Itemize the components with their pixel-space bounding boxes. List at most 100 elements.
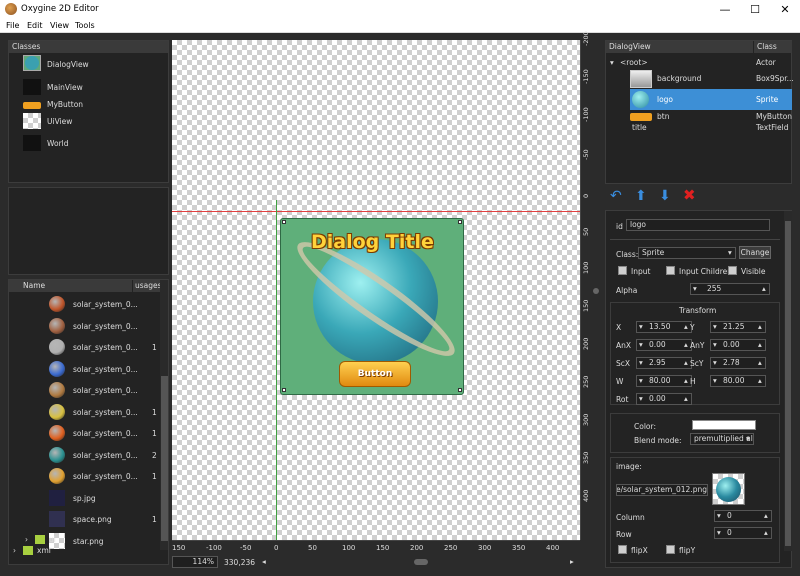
rot-spinbox[interactable]: ▾ 0.00 ▴	[636, 393, 692, 405]
spin-down-icon[interactable]: ▾	[713, 322, 717, 332]
handle-top-left[interactable]	[282, 220, 286, 224]
spin-up-icon[interactable]: ▴	[764, 511, 768, 521]
resource-row[interactable]: solar_system_0...	[9, 294, 159, 314]
spin-up-icon[interactable]: ▴	[684, 340, 688, 350]
spin-down-icon[interactable]: ▾	[639, 322, 643, 332]
spin-up-icon[interactable]: ▴	[684, 358, 688, 368]
w-spinbox[interactable]: ▾ 80.00 ▴	[636, 375, 692, 387]
tree-row[interactable]: ▾ <root> Actor	[606, 57, 792, 68]
col-name-header[interactable]: Name	[9, 280, 132, 292]
props-scrollbar[interactable]	[784, 211, 792, 551]
change-button[interactable]: Change	[739, 246, 771, 259]
x-spinbox[interactable]: ▾ 13.50 ▴	[636, 321, 692, 333]
tree-row[interactable]: title TextField	[606, 122, 792, 133]
menu-edit[interactable]: Edit	[27, 21, 43, 30]
v-scroll-thumb[interactable]	[593, 288, 599, 294]
tree-col-class-header[interactable]: Class	[754, 41, 792, 53]
spin-down-icon[interactable]: ▾	[717, 528, 721, 538]
alpha-spinbox[interactable]: ▾ 255 ▴	[690, 283, 770, 295]
maximize-button[interactable]: ☐	[740, 0, 770, 19]
row-spinbox[interactable]: ▾ 0 ▴	[714, 527, 772, 539]
spin-up-icon[interactable]: ▴	[684, 376, 688, 386]
resource-row[interactable]: solar_system_0...	[9, 359, 159, 379]
undo-icon[interactable]: ↶	[610, 188, 622, 204]
spin-up-icon[interactable]: ▴	[758, 358, 762, 368]
spin-up-icon[interactable]: ▴	[758, 376, 762, 386]
resource-row[interactable]: solar_system_0...	[9, 316, 159, 336]
spin-down-icon[interactable]: ▾	[713, 376, 717, 386]
input-children-checkbox[interactable]	[666, 266, 675, 275]
dialog-button-preview[interactable]: Button	[339, 361, 411, 387]
close-window-button[interactable]: ✕	[770, 0, 800, 19]
tree-row[interactable]: background Box9Spr...	[606, 69, 794, 89]
scene-canvas[interactable]: Dialog Title Button	[172, 40, 580, 540]
h-spinbox[interactable]: ▾ 80.00 ▴	[710, 375, 766, 387]
scroll-right-icon[interactable]: ▸	[570, 557, 574, 566]
collapse-arrow-icon[interactable]: ▾	[610, 58, 614, 67]
handle-bottom-right[interactable]	[458, 388, 462, 392]
tree-col-name-header[interactable]: DialogView	[606, 41, 753, 53]
any-value: 0.00	[723, 340, 740, 349]
spin-down-icon[interactable]: ▾	[713, 358, 717, 368]
scrollbar-thumb[interactable]	[785, 221, 791, 546]
resources-scrollbar[interactable]	[160, 280, 168, 550]
spin-up-icon[interactable]: ▴	[764, 528, 768, 538]
spin-up-icon[interactable]: ▴	[758, 340, 762, 350]
resource-row[interactable]: solar_system_0... 1	[9, 337, 159, 357]
resource-row[interactable]: solar_system_0... 1	[9, 466, 159, 486]
spin-down-icon[interactable]: ▾	[639, 358, 643, 368]
resource-row[interactable]: solar_system_0... 2	[9, 445, 159, 465]
resource-row[interactable]: solar_system_0...	[9, 380, 159, 400]
spin-up-icon[interactable]: ▴	[684, 394, 688, 404]
color-swatch[interactable]	[692, 420, 756, 430]
h-scroll-thumb[interactable]	[414, 559, 428, 565]
spin-down-icon[interactable]: ▾	[693, 284, 697, 294]
flipy-checkbox[interactable]	[666, 545, 675, 554]
flipx-checkbox[interactable]	[618, 545, 627, 554]
image-preview[interactable]	[712, 473, 745, 505]
tree-row-selected[interactable]: logo Sprite	[630, 89, 792, 110]
handle-bottom-left[interactable]	[282, 388, 286, 392]
spin-down-icon[interactable]: ▾	[639, 394, 643, 404]
spin-down-icon[interactable]: ▾	[639, 340, 643, 350]
resource-row[interactable]: space.png 1	[9, 509, 159, 529]
handle-top-right[interactable]	[458, 220, 462, 224]
scrollbar-thumb[interactable]	[161, 376, 168, 541]
column-spinbox[interactable]: ▾ 0 ▴	[714, 510, 772, 522]
col-usages-header[interactable]: usages	[133, 280, 162, 292]
menu-file[interactable]: File	[6, 21, 19, 30]
blend-select[interactable]: premultiplied alph	[690, 433, 754, 445]
spin-up-icon[interactable]: ▴	[684, 322, 688, 332]
class-select[interactable]: Sprite	[638, 247, 736, 259]
spin-up-icon[interactable]: ▴	[762, 284, 766, 294]
id-input[interactable]: logo	[626, 219, 770, 231]
delete-icon[interactable]: ✖	[683, 186, 696, 204]
input-checkbox[interactable]	[618, 266, 627, 275]
dialog-view-preview[interactable]: Dialog Title Button	[280, 218, 464, 395]
visible-checkbox[interactable]	[728, 266, 737, 275]
minimize-button[interactable]: —	[710, 0, 740, 19]
expand-arrow-icon[interactable]: ›	[13, 546, 16, 555]
resource-row[interactable]: solar_system_0... 1	[9, 402, 159, 422]
resource-row[interactable]: solar_system_0... 1	[9, 423, 159, 443]
scx-spinbox[interactable]: ▾ 2.95 ▴	[636, 357, 692, 369]
anx-spinbox[interactable]: ▾ 0.00 ▴	[636, 339, 692, 351]
zoom-field[interactable]: 114%	[172, 556, 218, 568]
spin-up-icon[interactable]: ▴	[758, 322, 762, 332]
ruler-v-tick: 350	[582, 451, 590, 464]
resource-row[interactable]: sp.jpg	[9, 488, 159, 508]
scy-spinbox[interactable]: ▾ 2.78 ▴	[710, 357, 766, 369]
move-down-icon[interactable]: ⬇	[659, 188, 671, 204]
spin-down-icon[interactable]: ▾	[717, 511, 721, 521]
menu-tools[interactable]: Tools	[75, 21, 95, 30]
any-spinbox[interactable]: ▾ 0.00 ▴	[710, 339, 766, 351]
tree-row[interactable]: btn MyButton	[606, 111, 792, 122]
menu-view[interactable]: View	[50, 21, 69, 30]
scroll-left-icon[interactable]: ◂	[262, 557, 266, 566]
spin-down-icon[interactable]: ▾	[713, 340, 717, 350]
spin-down-icon[interactable]: ▾	[639, 376, 643, 386]
expand-arrow-icon[interactable]: ›	[25, 535, 28, 544]
move-up-icon[interactable]: ⬆	[635, 188, 647, 204]
image-path-field[interactable]: space/solar_system_012.png	[616, 484, 708, 496]
y-spinbox[interactable]: ▾ 21.25 ▴	[710, 321, 766, 333]
